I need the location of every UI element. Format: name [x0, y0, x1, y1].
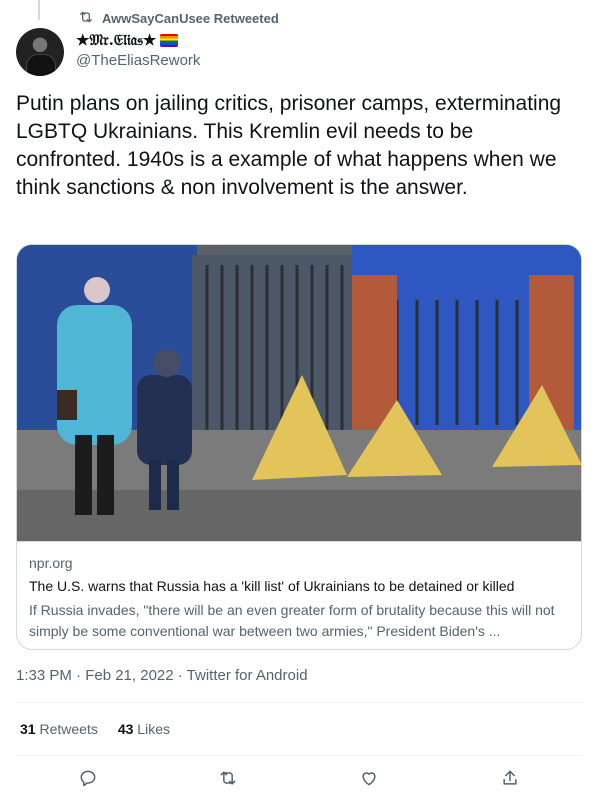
retweet-context-label: AwwSayCanUsee Retweeted — [102, 10, 279, 26]
display-name[interactable]: ★𝔐𝔯.𝔈𝔩𝔦𝔞𝔰★ — [76, 31, 156, 49]
card-title[interactable]: The U.S. warns that Russia has a 'kill l… — [29, 578, 514, 594]
retweet-icon — [218, 768, 238, 793]
retweet-context[interactable]: AwwSayCanUsee Retweeted — [78, 9, 279, 27]
card-description[interactable]: If Russia invades, "there will be an eve… — [29, 600, 573, 642]
reply-button[interactable] — [77, 769, 99, 791]
avatar[interactable] — [16, 28, 64, 76]
retweet-button[interactable] — [217, 769, 239, 791]
likes-count[interactable]: 43 — [118, 721, 134, 737]
retweet-icon — [78, 9, 94, 28]
like-icon — [359, 768, 379, 793]
thread-connector-line — [38, 0, 40, 20]
divider — [16, 755, 582, 756]
reply-icon — [78, 768, 98, 793]
divider — [16, 702, 582, 703]
card-domain[interactable]: npr.org — [29, 555, 73, 571]
author-info[interactable]: ★𝔐𝔯.𝔈𝔩𝔦𝔞𝔰★ @TheEliasRework — [76, 31, 200, 69]
likes-label[interactable]: Likes — [137, 721, 170, 737]
retweets-label[interactable]: Retweets — [39, 721, 97, 737]
user-handle[interactable]: @TheEliasRework — [76, 52, 200, 69]
rainbow-flag-icon — [160, 33, 179, 47]
display-name-row[interactable]: ★𝔐𝔯.𝔈𝔩𝔦𝔞𝔰★ — [76, 31, 200, 49]
retweets-stat[interactable]: 31 Retweets — [20, 721, 98, 737]
retweets-count[interactable]: 31 — [20, 721, 36, 737]
card-image[interactable] — [17, 245, 581, 542]
like-button[interactable] — [358, 769, 380, 791]
share-icon — [500, 768, 520, 793]
share-button[interactable] — [499, 769, 521, 791]
engagement-stats: 31 Retweets 43 Likes — [20, 721, 170, 737]
likes-stat[interactable]: 43 Likes — [118, 721, 170, 737]
action-bar — [0, 766, 598, 796]
link-card[interactable]: npr.org The U.S. warns that Russia has a… — [16, 244, 582, 650]
tweet-text: Putin plans on jailing critics, prisoner… — [16, 92, 562, 199]
tweet-meta[interactable]: 1:33 PM · Feb 21, 2022 · Twitter for And… — [16, 667, 308, 684]
